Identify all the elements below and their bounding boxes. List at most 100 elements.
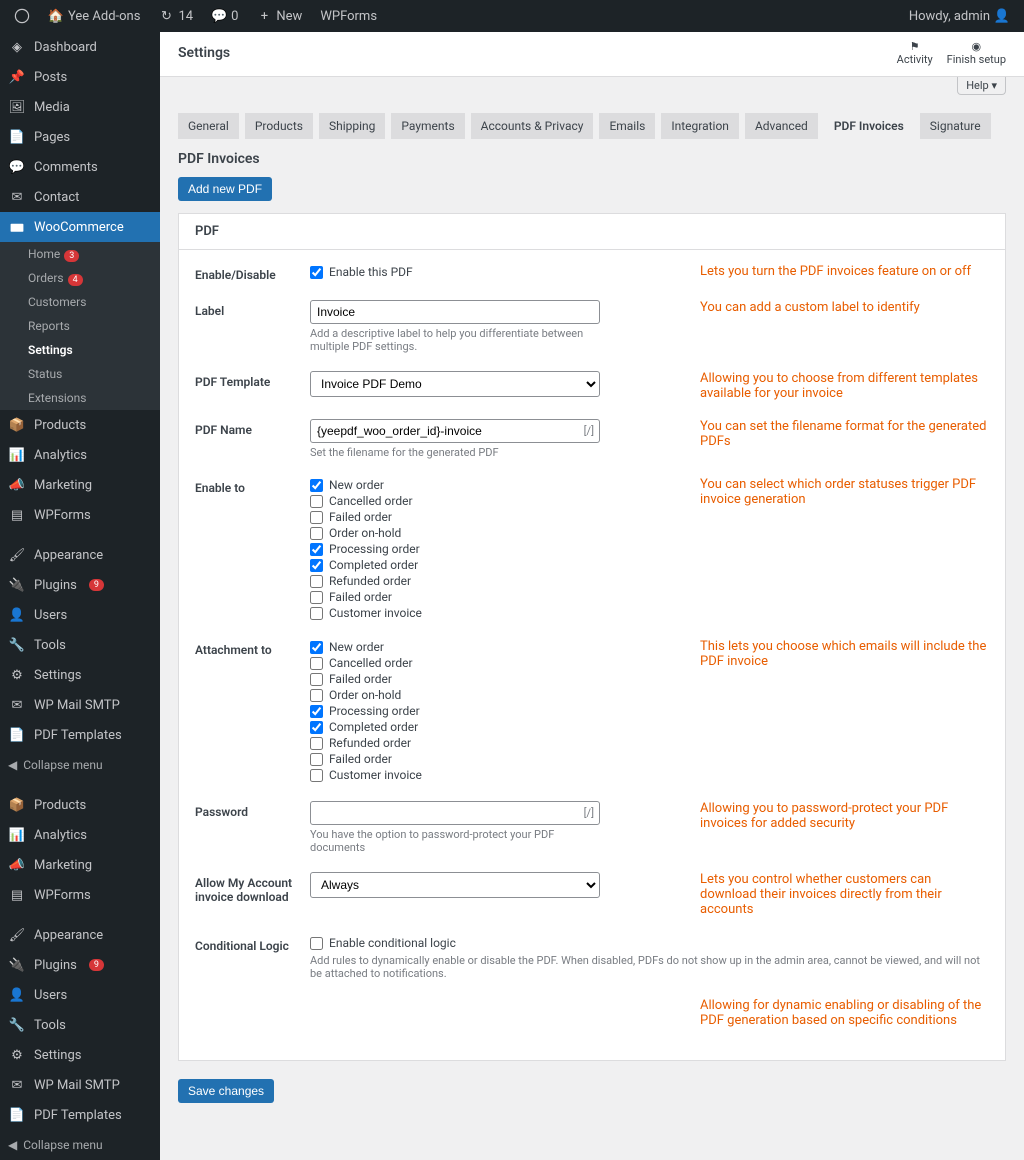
collapse-menu-2[interactable]: ◀Collapse menu [0, 1130, 160, 1160]
merge-tag-icon[interactable]: [/] [584, 425, 594, 438]
status-option[interactable]: Failed order [310, 589, 600, 605]
tab-payments[interactable]: Payments [391, 113, 464, 139]
status-option[interactable]: New order [310, 477, 600, 493]
status-checkbox[interactable] [310, 511, 323, 524]
comments-count[interactable]: 💬0 [205, 8, 244, 24]
sidebar-item-plugins[interactable]: 🔌Plugins9 [0, 950, 160, 980]
sidebar-item-analytics[interactable]: 📊Analytics [0, 820, 160, 850]
sidebar-item-appearance[interactable]: 🖌Appearance [0, 540, 160, 570]
sidebar-item-products[interactable]: 📦Products [0, 790, 160, 820]
status-option[interactable]: New order [310, 639, 600, 655]
submenu-reports[interactable]: Reports [0, 314, 160, 338]
save-changes-button[interactable]: Save changes [178, 1079, 274, 1103]
status-option[interactable]: Order on-hold [310, 687, 600, 703]
sidebar-item-users[interactable]: 👤Users [0, 980, 160, 1010]
template-select[interactable]: Invoice PDF Demo [310, 371, 600, 397]
status-checkbox[interactable] [310, 607, 323, 620]
submenu-status[interactable]: Status [0, 362, 160, 386]
status-option[interactable]: Completed order [310, 557, 600, 573]
submenu-orders[interactable]: Orders4 [0, 266, 160, 290]
sidebar-item-contact[interactable]: ✉Contact [0, 182, 160, 212]
password-input[interactable] [310, 801, 600, 825]
howdy[interactable]: Howdy, admin 👤 [903, 8, 1016, 24]
tab-general[interactable]: General [178, 113, 239, 139]
sidebar-item-wpforms[interactable]: ▤WPForms [0, 500, 160, 530]
status-checkbox[interactable] [310, 657, 323, 670]
sidebar-item-wpforms[interactable]: ▤WPForms [0, 880, 160, 910]
status-checkbox[interactable] [310, 705, 323, 718]
status-checkbox[interactable] [310, 527, 323, 540]
finish-setup-button[interactable]: ◉Finish setup [947, 40, 1006, 66]
sidebar-item-wp-mail-smtp[interactable]: ✉WP Mail SMTP [0, 1070, 160, 1100]
wp-logo[interactable] [8, 8, 36, 24]
tab-integration[interactable]: Integration [661, 113, 739, 139]
status-option[interactable]: Order on-hold [310, 525, 600, 541]
status-checkbox[interactable] [310, 689, 323, 702]
sidebar-item-settings[interactable]: ⚙Settings [0, 660, 160, 690]
sidebar-item-appearance[interactable]: 🖌Appearance [0, 920, 160, 950]
tab-pdf-invoices[interactable]: PDF Invoices [824, 113, 914, 139]
add-new-pdf-button[interactable]: Add new PDF [178, 177, 272, 201]
status-option[interactable]: Failed order [310, 509, 600, 525]
status-option[interactable]: Processing order [310, 703, 600, 719]
status-checkbox[interactable] [310, 591, 323, 604]
sidebar-item-pdf-templates[interactable]: 📄PDF Templates [0, 1100, 160, 1130]
status-option[interactable]: Failed order [310, 671, 600, 687]
sidebar-item-plugins[interactable]: 🔌Plugins9 [0, 570, 160, 600]
status-checkbox[interactable] [310, 753, 323, 766]
sidebar-item-marketing[interactable]: 📣Marketing [0, 470, 160, 500]
status-checkbox[interactable] [310, 479, 323, 492]
status-option[interactable]: Refunded order [310, 573, 600, 589]
status-checkbox[interactable] [310, 559, 323, 572]
status-checkbox[interactable] [310, 495, 323, 508]
sidebar-item-users[interactable]: 👤Users [0, 600, 160, 630]
status-checkbox[interactable] [310, 721, 323, 734]
submenu-customers[interactable]: Customers [0, 290, 160, 314]
status-option[interactable]: Customer invoice [310, 767, 600, 783]
status-checkbox[interactable] [310, 543, 323, 556]
label-input[interactable] [310, 300, 600, 324]
status-option[interactable]: Refunded order [310, 735, 600, 751]
tab-emails[interactable]: Emails [599, 113, 655, 139]
activity-button[interactable]: ⚑Activity [897, 40, 933, 66]
sidebar-item-comments[interactable]: 💬Comments [0, 152, 160, 182]
sidebar-item-media[interactable]: 🖼Media [0, 92, 160, 122]
sidebar-item-marketing[interactable]: 📣Marketing [0, 850, 160, 880]
status-checkbox[interactable] [310, 769, 323, 782]
wpforms-link[interactable]: WPForms [314, 9, 383, 24]
tab-products[interactable]: Products [245, 113, 313, 139]
sidebar-item-products[interactable]: 📦Products [0, 410, 160, 440]
sidebar-item-tools[interactable]: 🔧Tools [0, 1010, 160, 1040]
conditional-checkbox[interactable] [310, 937, 323, 950]
sidebar-item-tools[interactable]: 🔧Tools [0, 630, 160, 660]
new-content[interactable]: +New [250, 8, 308, 24]
sidebar-item-pdf-templates[interactable]: 📄PDF Templates [0, 720, 160, 750]
status-checkbox[interactable] [310, 575, 323, 588]
submenu-extensions[interactable]: Extensions [0, 386, 160, 410]
merge-tag-icon[interactable]: [/] [584, 807, 594, 820]
status-option[interactable]: Cancelled order [310, 493, 600, 509]
status-checkbox[interactable] [310, 641, 323, 654]
tab-advanced[interactable]: Advanced [745, 113, 818, 139]
collapse-menu[interactable]: ◀Collapse menu [0, 750, 160, 780]
sidebar-item-dashboard[interactable]: ◈Dashboard [0, 32, 160, 62]
tab-accounts-privacy[interactable]: Accounts & Privacy [471, 113, 594, 139]
sidebar-item-wp-mail-smtp[interactable]: ✉WP Mail SMTP [0, 690, 160, 720]
submenu-home[interactable]: Home3 [0, 242, 160, 266]
sidebar-item-settings[interactable]: ⚙Settings [0, 1040, 160, 1070]
submenu-settings[interactable]: Settings [0, 338, 160, 362]
status-checkbox[interactable] [310, 737, 323, 750]
status-option[interactable]: Customer invoice [310, 605, 600, 621]
tab-signature[interactable]: Signature [920, 113, 991, 139]
help-tab[interactable]: Help ▾ [957, 77, 1006, 95]
sidebar-item-analytics[interactable]: 📊Analytics [0, 440, 160, 470]
status-option[interactable]: Failed order [310, 751, 600, 767]
sidebar-item-woocommerce[interactable]: WooCommerce [0, 212, 160, 242]
tab-shipping[interactable]: Shipping [319, 113, 385, 139]
myaccount-select[interactable]: Always [310, 872, 600, 898]
enable-checkbox[interactable] [310, 266, 323, 279]
pdf-name-input[interactable] [310, 419, 600, 443]
status-checkbox[interactable] [310, 673, 323, 686]
status-option[interactable]: Cancelled order [310, 655, 600, 671]
sidebar-item-pages[interactable]: 📄Pages [0, 122, 160, 152]
